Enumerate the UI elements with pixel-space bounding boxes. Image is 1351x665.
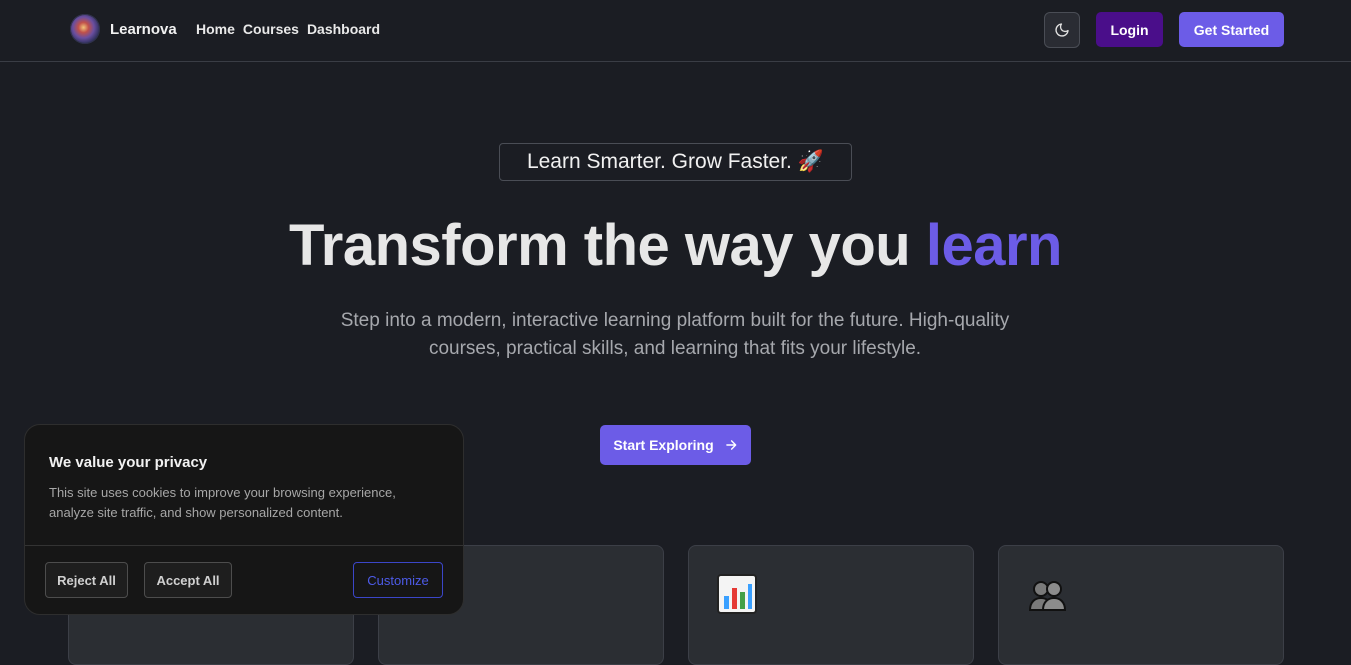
cookie-text: This site uses cookies to improve your b… bbox=[49, 485, 396, 520]
hero-title-main: Transform the way you bbox=[289, 213, 926, 278]
tagline-badge: Learn Smarter. Grow Faster. 🚀 bbox=[499, 143, 852, 181]
theme-toggle-button[interactable] bbox=[1044, 12, 1080, 48]
nav-link-courses[interactable]: Courses bbox=[243, 21, 299, 37]
arrow-right-icon bbox=[725, 440, 737, 450]
navbar: Learnova Home Courses Dashboard Login Ge… bbox=[0, 0, 1351, 62]
get-started-button[interactable]: Get Started bbox=[1179, 12, 1284, 47]
cookie-title: We value your privacy bbox=[49, 454, 208, 471]
feature-card-3 bbox=[688, 545, 974, 665]
tagline-text: Learn Smarter. Grow Faster. bbox=[526, 150, 792, 173]
cookie-divider bbox=[25, 545, 463, 546]
login-button[interactable]: Login bbox=[1096, 12, 1163, 47]
nav-links: Home Courses Dashboard bbox=[196, 21, 380, 37]
brand[interactable]: Learnova bbox=[70, 14, 177, 44]
feature-card-4 bbox=[998, 545, 1284, 665]
users-icon bbox=[1028, 581, 1067, 611]
hero-subtitle: Step into a modern, interactive learning… bbox=[340, 310, 1010, 359]
nav-link-dashboard[interactable]: Dashboard bbox=[307, 21, 380, 37]
logo-icon bbox=[70, 14, 100, 44]
rocket-icon: 🚀 bbox=[797, 150, 825, 173]
hero-title-accent: learn bbox=[925, 213, 1063, 278]
accept-all-button[interactable]: Accept All bbox=[144, 562, 232, 598]
start-exploring-button[interactable]: Start Exploring bbox=[600, 425, 751, 465]
nav-link-home[interactable]: Home bbox=[196, 21, 235, 37]
start-exploring-label: Start Exploring bbox=[613, 437, 714, 453]
cookie-consent-banner: We value your privacy This site uses coo… bbox=[24, 424, 464, 615]
customize-button[interactable]: Customize bbox=[353, 562, 443, 598]
moon-icon bbox=[1055, 23, 1069, 37]
bar-chart-icon bbox=[717, 574, 757, 614]
hero-title: Transform the way you learn bbox=[0, 212, 1351, 279]
reject-all-button[interactable]: Reject All bbox=[45, 562, 128, 598]
brand-name: Learnova bbox=[110, 20, 177, 38]
